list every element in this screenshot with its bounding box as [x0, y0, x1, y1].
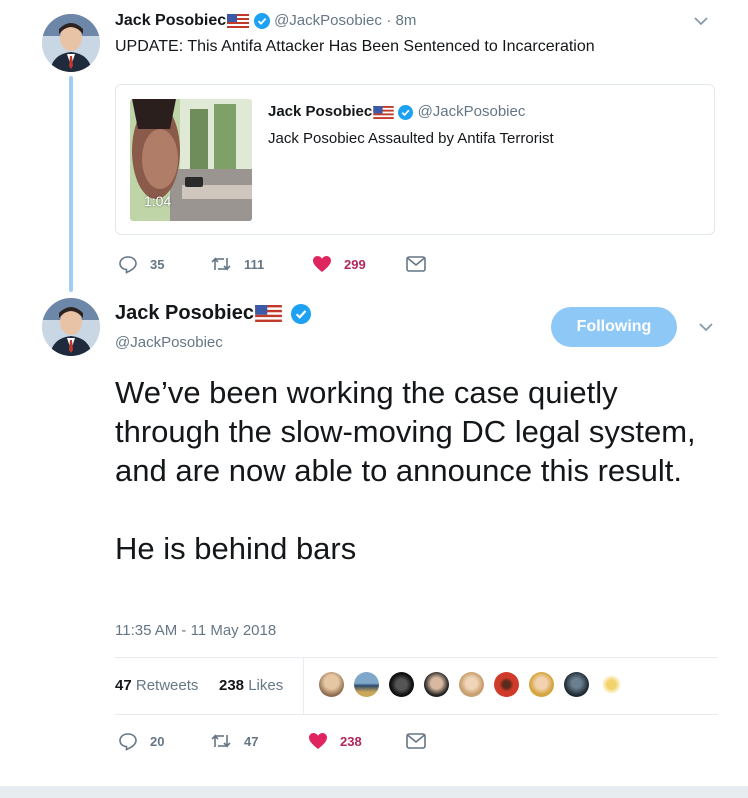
timestamp[interactable]: 11:35 AM - 11 May 2018 — [115, 622, 276, 639]
avatar[interactable] — [564, 672, 589, 697]
like-count: 238 — [340, 733, 362, 749]
tweet-paragraph: We’ve been working the case quietly thro… — [115, 375, 696, 488]
tweet-header: Jack Posobiec — [115, 302, 311, 325]
avatar[interactable] — [459, 672, 484, 697]
reply-count: 20 — [150, 733, 165, 749]
verified-icon — [398, 104, 414, 120]
reply-count: 35 — [150, 256, 165, 272]
reply-icon — [119, 256, 137, 274]
avatar[interactable] — [354, 672, 379, 697]
quoted-header: Jack Posobiec @JackPosobiec — [268, 103, 525, 120]
quoted-handle[interactable]: @JackPosobiec — [418, 103, 526, 120]
chevron-down-icon[interactable] — [697, 318, 715, 341]
us-flag-icon — [227, 13, 250, 28]
heart-icon — [309, 733, 327, 749]
retweets-stat-label: Retweets — [135, 677, 199, 694]
tweet-stats: 47 Retweets 238 Likes — [115, 657, 718, 715]
retweet-icon — [211, 257, 231, 271]
retweet-count: 47 — [244, 733, 259, 749]
avatar[interactable] — [389, 672, 414, 697]
avatar[interactable] — [42, 298, 100, 356]
avatar[interactable] — [599, 672, 624, 697]
tweet-text: We’ve been working the case quietly thro… — [115, 373, 715, 568]
timestamp[interactable]: · 8m — [386, 12, 416, 29]
display-name[interactable]: Jack Posobiec — [115, 302, 254, 324]
avatar[interactable] — [424, 672, 449, 697]
like-count: 299 — [344, 256, 366, 272]
direct-message-button[interactable] — [406, 731, 426, 751]
reply-button[interactable]: 35 — [118, 254, 210, 274]
like-button[interactable]: 299 — [312, 254, 406, 274]
reply-icon — [119, 733, 137, 751]
action-bar: 35 111 299 — [118, 254, 426, 274]
mail-icon — [406, 256, 426, 272]
us-flag-icon — [373, 105, 394, 119]
tweet-text: UPDATE: This Antifa Attacker Has Been Se… — [115, 38, 595, 55]
following-button[interactable]: Following — [551, 307, 677, 347]
retweet-button[interactable]: 47 — [210, 731, 308, 751]
thread-line — [69, 76, 73, 292]
retweet-icon — [211, 734, 231, 748]
video-duration: 1:04 — [144, 193, 172, 209]
retweets-stat-count: 47 — [115, 677, 132, 694]
handle[interactable]: @JackPosobiec — [274, 12, 382, 29]
tweet-header: Jack Posobiec @JackPosobiec · 8m — [115, 12, 416, 30]
quoted-text: Jack Posobiec Assaulted by Antifa Terror… — [268, 130, 554, 147]
quoted-tweet-card[interactable]: 1:04 Jack Posobiec @JackPosobiec Jack Po… — [115, 84, 715, 235]
verified-icon — [253, 12, 270, 29]
retweet-count: 111 — [244, 256, 265, 272]
retweets-stat[interactable]: 47 Retweets — [115, 677, 198, 694]
avatar[interactable] — [529, 672, 554, 697]
page-footer-divider — [0, 786, 748, 798]
like-button[interactable]: 238 — [308, 731, 406, 751]
video-thumbnail[interactable]: 1:04 — [130, 99, 252, 221]
verified-icon — [290, 303, 311, 324]
reply-button[interactable]: 20 — [118, 731, 210, 751]
likes-stat[interactable]: 238 Likes — [219, 677, 283, 694]
avatar[interactable] — [42, 14, 100, 72]
direct-message-button[interactable] — [406, 254, 426, 274]
likes-stat-count: 238 — [219, 677, 245, 694]
mail-icon — [406, 733, 426, 749]
action-bar: 20 47 238 — [118, 731, 426, 751]
stats-divider — [303, 658, 304, 714]
heart-icon — [313, 256, 331, 272]
display-name[interactable]: Jack Posobiec — [115, 12, 226, 29]
retweet-button[interactable]: 111 — [210, 254, 312, 274]
us-flag-icon — [255, 305, 282, 323]
avatar[interactable] — [494, 672, 519, 697]
liker-avatars — [319, 672, 624, 697]
chevron-down-icon[interactable] — [692, 12, 710, 35]
tweet-paragraph: He is behind bars — [115, 531, 357, 566]
likes-stat-label: Likes — [248, 677, 284, 694]
quoted-display-name[interactable]: Jack Posobiec — [268, 103, 372, 120]
handle[interactable]: @JackPosobiec — [115, 334, 223, 351]
avatar[interactable] — [319, 672, 344, 697]
